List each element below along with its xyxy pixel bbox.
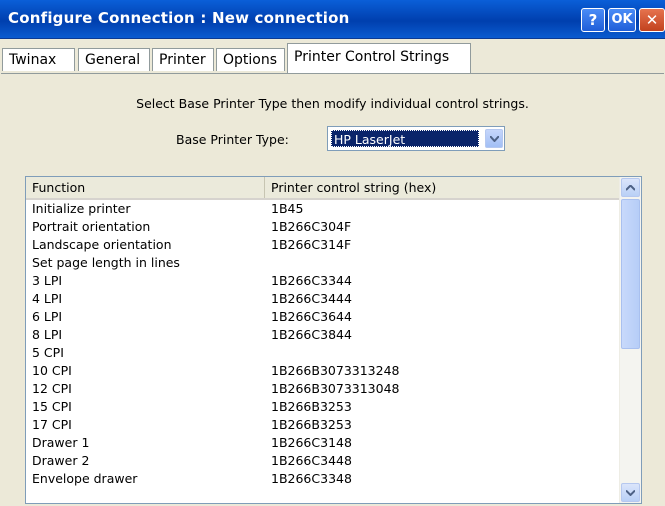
- table-row[interactable]: 4 LPI 1B266C3444: [26, 290, 620, 308]
- tab-options[interactable]: Options: [216, 48, 285, 71]
- hex-cell: 1B266B3073313048: [271, 381, 400, 396]
- hex-cell: 1B266C314F: [271, 237, 352, 252]
- table-row[interactable]: Initialize printer 1B45: [26, 200, 620, 218]
- table-row[interactable]: 10 CPI 1B266B3073313248: [26, 362, 620, 380]
- table-row[interactable]: 3 LPI 1B266C3344: [26, 272, 620, 290]
- tab-printer[interactable]: Printer: [152, 48, 214, 71]
- tab-general[interactable]: General: [78, 48, 150, 71]
- chevron-down-icon: [626, 490, 635, 496]
- function-cell: 4 LPI: [32, 291, 63, 306]
- table-row[interactable]: 17 CPI 1B266B3253: [26, 416, 620, 434]
- hex-cell: 1B266B3073313248: [271, 363, 400, 378]
- base-printer-type-label: Base Printer Type:: [176, 132, 289, 147]
- function-cell: 10 CPI: [32, 363, 72, 378]
- hex-cell: 1B266C3644: [271, 309, 352, 324]
- ok-button[interactable]: OK: [608, 8, 636, 32]
- function-cell: Portrait orientation: [32, 219, 151, 234]
- function-cell: 3 LPI: [32, 273, 63, 288]
- table-row[interactable]: 6 LPI 1B266C3644: [26, 308, 620, 326]
- hex-cell: 1B266C304F: [271, 219, 352, 234]
- table-row[interactable]: Drawer 2 1B266C3448: [26, 452, 620, 470]
- table-row[interactable]: 8 LPI 1B266C3844: [26, 326, 620, 344]
- hex-cell: 1B266C3344: [271, 273, 352, 288]
- table-row[interactable]: Set page length in lines: [26, 254, 620, 272]
- base-printer-type-value[interactable]: HP LaserJet: [331, 130, 479, 147]
- tab-printer-control-strings[interactable]: Printer Control Strings: [287, 43, 471, 73]
- function-cell: 8 LPI: [32, 327, 63, 342]
- hex-cell: 1B45: [271, 201, 304, 216]
- close-button[interactable]: ✕: [639, 8, 665, 32]
- scroll-down-button[interactable]: [621, 483, 640, 502]
- function-cell: 17 CPI: [32, 417, 72, 432]
- window-title: Configure Connection : New connection: [8, 9, 350, 27]
- table-row[interactable]: 5 CPI: [26, 344, 620, 362]
- base-printer-type-select[interactable]: HP LaserJet: [327, 126, 505, 151]
- vertical-scrollbar[interactable]: [619, 177, 641, 503]
- function-cell: 5 CPI: [32, 345, 64, 360]
- function-cell: 6 LPI: [32, 309, 63, 324]
- tab-strip: Twinax General Printer Options Printer C…: [0, 39, 665, 74]
- function-cell: 12 CPI: [32, 381, 72, 396]
- table-row[interactable]: Portrait orientation 1B266C304F: [26, 218, 620, 236]
- scroll-up-button[interactable]: [621, 178, 640, 197]
- function-cell: 15 CPI: [32, 399, 72, 414]
- function-cell: Envelope drawer: [32, 471, 138, 486]
- tab-twinax[interactable]: Twinax: [2, 48, 75, 71]
- table-row[interactable]: Drawer 1 1B266C3148: [26, 434, 620, 452]
- chevron-up-icon: [626, 185, 635, 191]
- function-cell: Drawer 1: [32, 435, 90, 450]
- function-cell: Landscape orientation: [32, 237, 172, 252]
- column-header-function[interactable]: Function: [26, 177, 265, 198]
- hex-cell: 1B266C3148: [271, 435, 352, 450]
- scrollbar-thumb[interactable]: [621, 199, 640, 349]
- function-cell: Set page length in lines: [32, 255, 180, 270]
- table-row[interactable]: 15 CPI 1B266B3253: [26, 398, 620, 416]
- list-rows: Initialize printer 1B45 Portrait orientat…: [26, 200, 620, 488]
- dropdown-arrow-icon[interactable]: [485, 129, 503, 148]
- list-header: Function Printer control string (hex): [26, 177, 620, 200]
- title-bar: Configure Connection : New connection ? …: [0, 0, 665, 39]
- table-row[interactable]: 12 CPI 1B266B3073313048: [26, 380, 620, 398]
- hex-cell: 1B266B3253: [271, 399, 352, 414]
- table-row[interactable]: Envelope drawer 1B266C3348: [26, 470, 620, 488]
- help-button[interactable]: ?: [581, 8, 605, 32]
- table-row[interactable]: Landscape orientation 1B266C314F: [26, 236, 620, 254]
- hex-cell: 1B266C3844: [271, 327, 352, 342]
- hex-cell: 1B266B3253: [271, 417, 352, 432]
- hex-cell: 1B266C3348: [271, 471, 352, 486]
- dialog-window: Configure Connection : New connection ? …: [0, 0, 665, 506]
- function-cell: Initialize printer: [32, 201, 131, 216]
- instruction-text: Select Base Printer Type then modify ind…: [136, 96, 529, 111]
- column-header-hex[interactable]: Printer control string (hex): [265, 177, 620, 198]
- hex-cell: 1B266C3444: [271, 291, 352, 306]
- hex-cell: 1B266C3448: [271, 453, 352, 468]
- function-cell: Drawer 2: [32, 453, 90, 468]
- tab-panel: Select Base Printer Type then modify ind…: [1, 73, 664, 506]
- control-strings-list[interactable]: Function Printer control string (hex) In…: [25, 176, 642, 504]
